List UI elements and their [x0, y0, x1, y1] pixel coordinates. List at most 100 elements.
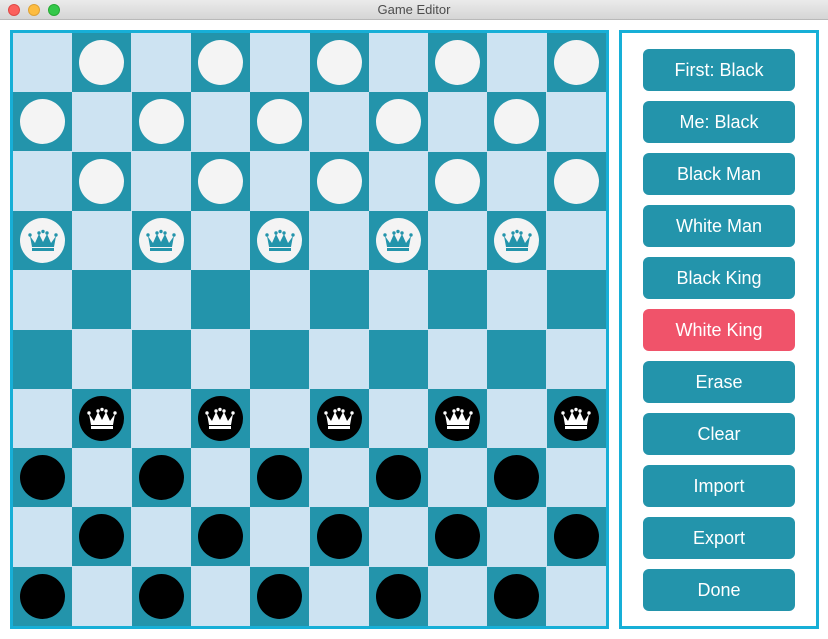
erase-button[interactable]: Erase	[643, 361, 795, 403]
board-square[interactable]	[368, 448, 428, 508]
black-man-piece[interactable]	[79, 514, 125, 560]
black-king-piece[interactable]	[316, 395, 362, 441]
white-man-piece[interactable]	[435, 158, 481, 204]
board-square[interactable]	[72, 151, 132, 211]
board-square[interactable]	[309, 329, 369, 389]
board-square[interactable]	[546, 507, 606, 567]
me-black-button[interactable]: Me: Black	[643, 101, 795, 143]
board-square[interactable]	[546, 329, 606, 389]
board-square[interactable]	[487, 210, 547, 270]
black-king-piece[interactable]	[197, 395, 243, 441]
done-button[interactable]: Done	[643, 569, 795, 611]
board-square[interactable]	[309, 151, 369, 211]
board-square[interactable]	[190, 270, 250, 330]
black-man-piece[interactable]	[375, 573, 421, 619]
board-square[interactable]	[309, 448, 369, 508]
white-man-piece[interactable]	[553, 40, 599, 85]
board-square[interactable]	[546, 151, 606, 211]
black-man-piece[interactable]	[197, 514, 243, 560]
board-square[interactable]	[131, 507, 191, 567]
black-man-piece[interactable]	[20, 573, 65, 619]
board-square[interactable]	[368, 270, 428, 330]
board-square[interactable]	[13, 210, 72, 270]
board-square[interactable]	[368, 33, 428, 92]
board-square[interactable]	[546, 33, 606, 92]
white-man-piece[interactable]	[197, 40, 243, 85]
board-square[interactable]	[428, 33, 488, 92]
white-king-piece[interactable]	[257, 217, 303, 263]
black-man-piece[interactable]	[316, 514, 362, 560]
white-man-piece[interactable]	[79, 158, 125, 204]
board-square[interactable]	[546, 92, 606, 152]
black-man-piece[interactable]	[138, 455, 184, 501]
board-square[interactable]	[546, 270, 606, 330]
board-square[interactable]	[13, 270, 72, 330]
board-square[interactable]	[190, 388, 250, 448]
clear-button[interactable]: Clear	[643, 413, 795, 455]
board-square[interactable]	[309, 33, 369, 92]
board-square[interactable]	[131, 210, 191, 270]
board-square[interactable]	[190, 210, 250, 270]
board-square[interactable]	[487, 507, 547, 567]
black-man-piece[interactable]	[435, 514, 481, 560]
white-man-piece[interactable]	[553, 158, 599, 204]
board-square[interactable]	[487, 329, 547, 389]
board-square[interactable]	[546, 566, 606, 626]
white-man-piece[interactable]	[375, 99, 421, 145]
first-black-button[interactable]: First: Black	[643, 49, 795, 91]
black-man-piece[interactable]	[257, 455, 303, 501]
board-square[interactable]	[487, 270, 547, 330]
board-square[interactable]	[72, 566, 132, 626]
black-man-piece[interactable]	[553, 514, 599, 560]
board-square[interactable]	[72, 507, 132, 567]
black-man-piece[interactable]	[138, 573, 184, 619]
white-man-piece[interactable]	[316, 158, 362, 204]
board-square[interactable]	[131, 329, 191, 389]
white-man-piece[interactable]	[257, 99, 303, 145]
board-square[interactable]	[487, 566, 547, 626]
board-square[interactable]	[13, 92, 72, 152]
board-square[interactable]	[309, 566, 369, 626]
white-man-piece[interactable]	[138, 99, 184, 145]
board-square[interactable]	[368, 151, 428, 211]
board-square[interactable]	[190, 507, 250, 567]
white-man-piece[interactable]	[20, 99, 65, 145]
board-square[interactable]	[368, 210, 428, 270]
board-square[interactable]	[428, 270, 488, 330]
board-square[interactable]	[309, 388, 369, 448]
board-square[interactable]	[428, 151, 488, 211]
white-man-button[interactable]: White Man	[643, 205, 795, 247]
board-square[interactable]	[13, 33, 72, 92]
white-king-button[interactable]: White King	[643, 309, 795, 351]
board-square[interactable]	[428, 507, 488, 567]
board-square[interactable]	[13, 448, 72, 508]
board-square[interactable]	[13, 151, 72, 211]
board-square[interactable]	[487, 33, 547, 92]
white-man-piece[interactable]	[79, 40, 125, 85]
board-square[interactable]	[190, 329, 250, 389]
board-square[interactable]	[72, 388, 132, 448]
board-square[interactable]	[250, 210, 310, 270]
board-square[interactable]	[72, 210, 132, 270]
black-man-piece[interactable]	[494, 455, 540, 501]
board-square[interactable]	[131, 388, 191, 448]
board-square[interactable]	[131, 92, 191, 152]
board-square[interactable]	[250, 92, 310, 152]
board-square[interactable]	[72, 270, 132, 330]
black-man-piece[interactable]	[375, 455, 421, 501]
board-square[interactable]	[428, 566, 488, 626]
white-man-piece[interactable]	[197, 158, 243, 204]
board-square[interactable]	[131, 33, 191, 92]
black-man-piece[interactable]	[494, 573, 540, 619]
board-square[interactable]	[131, 566, 191, 626]
board-square[interactable]	[368, 507, 428, 567]
white-man-piece[interactable]	[435, 40, 481, 85]
board-square[interactable]	[250, 33, 310, 92]
white-man-piece[interactable]	[494, 99, 540, 145]
board-square[interactable]	[72, 448, 132, 508]
white-king-piece[interactable]	[375, 217, 421, 263]
board-square[interactable]	[250, 448, 310, 508]
board-square[interactable]	[190, 566, 250, 626]
export-button[interactable]: Export	[643, 517, 795, 559]
board-square[interactable]	[487, 448, 547, 508]
